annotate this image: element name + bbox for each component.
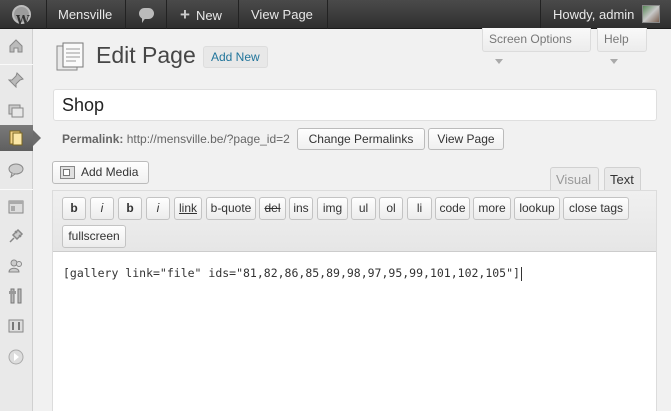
qt-em-button[interactable]: i xyxy=(146,197,170,220)
post-title-input[interactable]: Shop xyxy=(53,89,657,121)
sidebar-item-users[interactable] xyxy=(0,253,33,279)
permalink-label: Permalink: xyxy=(62,132,124,146)
admin-sidebar xyxy=(0,29,41,411)
qt-blockquote-button[interactable]: b-quote xyxy=(206,197,256,220)
qt-italic-button[interactable]: i xyxy=(90,197,114,220)
new-label: New xyxy=(195,8,222,23)
sidebar-item-pages[interactable] xyxy=(0,125,41,151)
wordpress-logo-menu[interactable]: W xyxy=(0,0,46,29)
users-icon xyxy=(8,259,22,273)
qt-ul-button[interactable]: ul xyxy=(351,197,376,220)
chevron-down-icon xyxy=(610,59,618,65)
appearance-icon xyxy=(8,200,24,214)
admin-bar: W Mensville + New View Page Howdy, admin xyxy=(0,0,671,29)
admin-bar-separator xyxy=(327,0,328,29)
plus-icon: + xyxy=(180,5,190,24)
admin-bar-separator xyxy=(238,0,239,29)
qt-fullscreen-button[interactable]: fullscreen xyxy=(62,225,126,248)
qt-code-button[interactable]: code xyxy=(435,197,470,220)
sidebar-item-tools[interactable] xyxy=(0,283,33,309)
media-icon xyxy=(60,166,75,179)
qt-bold-button[interactable]: b xyxy=(62,197,86,220)
content-text: [gallery link="file" ids="81,82,86,85,89… xyxy=(63,266,520,280)
change-permalinks-button[interactable]: Change Permalinks xyxy=(297,128,425,150)
site-name-link[interactable]: Mensville xyxy=(58,0,112,29)
add-new-button[interactable]: Add New xyxy=(203,46,268,68)
sidebar-item-posts[interactable] xyxy=(0,67,33,93)
add-media-button[interactable]: Add Media xyxy=(52,161,149,184)
qt-lookup-button[interactable]: lookup xyxy=(514,197,560,220)
qt-li-button[interactable]: li xyxy=(407,197,432,220)
add-media-label: Add Media xyxy=(81,165,139,179)
comment-bubble-icon xyxy=(139,8,154,23)
qt-img-button[interactable]: img xyxy=(317,197,348,220)
avatar[interactable] xyxy=(642,5,660,23)
screen-options-button[interactable]: Screen Options xyxy=(482,28,591,65)
sidebar-item-media[interactable] xyxy=(0,97,33,123)
plugins-icon xyxy=(9,228,24,243)
tab-visual[interactable]: Visual xyxy=(550,167,599,191)
text-caret xyxy=(520,266,522,281)
collapse-menu-button[interactable] xyxy=(0,344,33,370)
qt-ins-button[interactable]: ins xyxy=(289,197,313,220)
media-icon xyxy=(8,104,24,118)
admin-bar-separator xyxy=(46,0,47,29)
sidebar-separator xyxy=(0,189,33,190)
comments-link[interactable] xyxy=(139,0,155,29)
qt-ol-button[interactable]: ol xyxy=(379,197,403,220)
help-button[interactable]: Help xyxy=(597,28,647,65)
content-textarea[interactable]: [gallery link="file" ids="81,82,86,85,89… xyxy=(63,266,522,281)
sidebar-item-plugins[interactable] xyxy=(0,223,33,249)
sidebar-separator xyxy=(0,64,33,65)
settings-icon xyxy=(8,319,24,333)
permalink-row: Permalink: http://mensville.be/?page_id=… xyxy=(62,131,290,147)
sidebar-item-comments[interactable] xyxy=(0,157,33,183)
admin-bar-separator xyxy=(125,0,126,29)
sidebar-item-dashboard[interactable] xyxy=(0,33,33,59)
comments-icon xyxy=(8,163,24,178)
chevron-down-icon xyxy=(495,59,503,65)
wordpress-logo-icon: W xyxy=(12,5,31,27)
admin-bar-separator xyxy=(166,0,167,29)
sidebar-item-appearance[interactable] xyxy=(0,194,33,220)
permalink-url[interactable]: http://mensville.be/?page_id=2 xyxy=(127,132,290,146)
screen-options-label: Screen Options xyxy=(489,32,572,46)
qt-strong-button[interactable]: b xyxy=(118,197,142,220)
howdy-account-menu[interactable]: Howdy, admin xyxy=(553,0,634,29)
tab-text[interactable]: Text xyxy=(604,167,641,192)
edit-page-icon xyxy=(56,42,84,71)
collapse-icon xyxy=(8,349,24,365)
view-page-button[interactable]: View Page xyxy=(428,128,504,150)
pin-icon xyxy=(8,72,24,88)
dashboard-icon xyxy=(9,39,23,53)
pages-icon xyxy=(9,130,23,146)
sidebar-item-settings[interactable] xyxy=(0,313,33,339)
admin-bar-separator xyxy=(540,0,541,29)
content-editor: b i b i link b-quote del ins img ul ol l… xyxy=(52,190,657,411)
help-label: Help xyxy=(604,32,629,46)
qt-link-button[interactable]: link xyxy=(174,197,202,220)
view-page-link[interactable]: View Page xyxy=(251,0,313,29)
qt-del-button[interactable]: del xyxy=(259,197,286,220)
page-title: Edit Page xyxy=(96,42,196,68)
new-content-menu[interactable]: + New xyxy=(180,0,222,29)
tools-icon xyxy=(9,288,22,304)
qt-close-tags-button[interactable]: close tags xyxy=(563,197,629,220)
quicktags-toolbar: b i b i link b-quote del ins img ul ol l… xyxy=(53,191,656,252)
qt-more-button[interactable]: more xyxy=(473,197,511,220)
